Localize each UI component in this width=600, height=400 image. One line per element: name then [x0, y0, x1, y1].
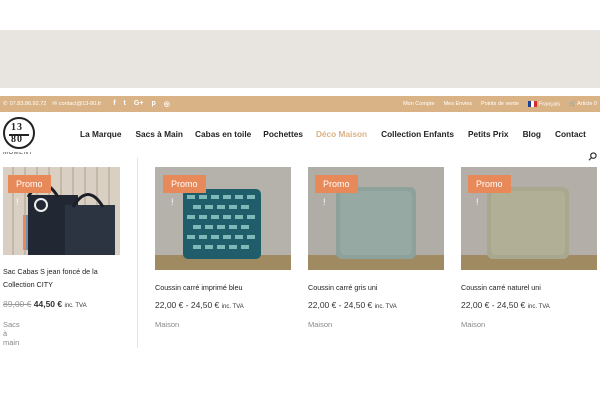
product-category[interactable]: Maison	[155, 320, 179, 329]
sale-price: 44,50 €	[33, 299, 63, 309]
product-price: 22,00 € - 24,50 € inc. TVA	[461, 300, 550, 310]
hero-band	[0, 30, 600, 88]
product-category[interactable]: Maison	[308, 320, 332, 329]
phone-icon: ✆	[3, 101, 8, 107]
search-icon[interactable]	[588, 152, 597, 161]
tax-label: inc. TVA	[527, 304, 550, 310]
mail-icon: ✉	[52, 101, 57, 107]
price-range: 22,00 € - 24,50 €	[308, 300, 373, 310]
product-category[interactable]: Sacs à main	[3, 320, 20, 347]
column-divider	[137, 158, 138, 348]
menu-item-cabas-en-toile[interactable]: Cabas en toile	[195, 129, 251, 139]
price-range: 22,00 € - 24,50 €	[461, 300, 526, 310]
main-menu: La Marque Sacs à Main Cabas en toile Poc…	[80, 129, 586, 139]
product-price: 22,00 € - 24,50 € inc. TVA	[308, 300, 397, 310]
menu-item-sacs-a-main[interactable]: Sacs à Main	[136, 129, 184, 139]
spacer	[0, 88, 600, 96]
top-bar: ✆ 07.83.86.92.72 ✉ contact@13-80.fr f t …	[0, 96, 600, 112]
section-heading: MOMENT	[3, 152, 33, 156]
promo-badge: Promo !	[8, 175, 51, 207]
product-title[interactable]: Coussin carré gris uni	[308, 281, 444, 294]
product-title[interactable]: Sac Cabas S jean foncé de la Collection …	[3, 265, 128, 291]
wishlist-link[interactable]: Mes Envies	[444, 101, 472, 107]
menu-item-petits-prix[interactable]: Petits Prix	[468, 129, 509, 139]
tax-label: inc. TVA	[374, 304, 397, 310]
product-price: 89,00 € 44,50 € inc. TVA	[3, 299, 87, 309]
menu-item-pochettes[interactable]: Pochettes	[263, 129, 303, 139]
email-link[interactable]: ✉ contact@13-80.fr	[52, 101, 101, 107]
french-flag-icon	[527, 100, 537, 107]
menu-item-contact[interactable]: Contact	[555, 129, 586, 139]
product-title[interactable]: Coussin carré imprimé bleu	[155, 281, 291, 294]
site-logo[interactable]: 13 80	[3, 117, 35, 149]
menu-item-blog[interactable]: Blog	[523, 129, 541, 139]
account-link[interactable]: Mon Compte	[403, 101, 435, 107]
menu-item-deco-maison[interactable]: Déco Maison	[316, 129, 367, 139]
twitter-icon[interactable]: t	[124, 100, 126, 108]
google-plus-icon[interactable]: G+	[134, 100, 144, 108]
cart-link[interactable]: 🛒 Article 0	[569, 101, 597, 107]
phone-link[interactable]: ✆ 07.83.86.92.72	[3, 101, 46, 107]
pinterest-icon[interactable]: p	[151, 100, 155, 108]
promo-badge: Promo !	[315, 175, 358, 207]
menu-item-collection-enfants[interactable]: Collection Enfants	[381, 129, 454, 139]
product-price: 22,00 € - 24,50 € inc. TVA	[155, 300, 244, 310]
store-locator-link[interactable]: Points de vente	[481, 101, 519, 107]
promo-badge: Promo !	[468, 175, 511, 207]
tax-label: inc. TVA	[221, 304, 244, 310]
menu-item-la-marque[interactable]: La Marque	[80, 129, 122, 139]
price-range: 22,00 € - 24,50 €	[155, 300, 220, 310]
cart-icon: 🛒	[569, 100, 576, 107]
facebook-icon[interactable]: f	[113, 100, 115, 108]
product-category[interactable]: Maison	[461, 320, 485, 329]
top-gap	[0, 0, 600, 30]
product-title[interactable]: Coussin carré naturel uni	[461, 281, 597, 294]
tax-label: inc. TVA	[64, 303, 87, 309]
promo-badge: Promo !	[163, 175, 206, 207]
language-switcher[interactable]: Français	[527, 100, 560, 107]
instagram-icon[interactable]: ◎	[164, 100, 170, 108]
old-price: 89,00 €	[3, 299, 32, 309]
